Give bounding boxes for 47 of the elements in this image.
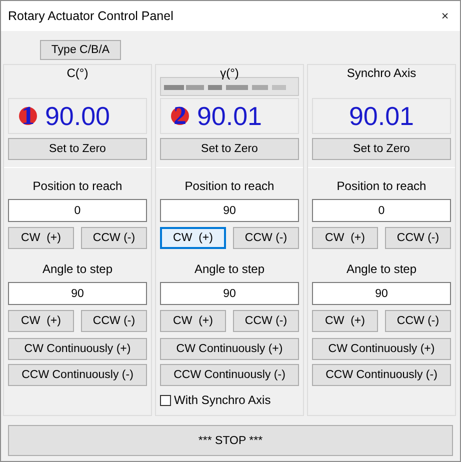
angle-reading: 90.01 xyxy=(348,101,414,131)
continuous-rotate-button[interactable]: CW Continuously (+) xyxy=(160,338,299,360)
continuous-rotate-button[interactable]: CW Continuously (+) xyxy=(8,338,147,360)
close-button[interactable]: × xyxy=(430,9,460,23)
clockwise-button[interactable]: CW (+) xyxy=(160,227,226,249)
set-zero-button[interactable]: Set to Zero xyxy=(312,138,451,160)
clockwise-button[interactable]: CW (+) xyxy=(160,310,226,332)
continuous-rotate-button[interactable]: CCW Continuously (-) xyxy=(160,364,299,386)
axis-header: γ(°) xyxy=(220,66,239,80)
continuous-rotate-button[interactable]: CCW Continuously (-) xyxy=(312,364,451,386)
number-badge: 2 xyxy=(171,107,189,125)
step-angle-field[interactable]: 90 xyxy=(312,282,451,305)
checkbox-label: With Synchro Axis xyxy=(174,393,271,407)
field-label: Angle to step xyxy=(194,262,265,276)
number-badge: 1 xyxy=(19,107,37,125)
position-field[interactable]: 0 xyxy=(8,199,147,222)
position-field[interactable]: 0 xyxy=(312,199,451,222)
step-angle-field[interactable]: 90 xyxy=(8,282,147,305)
axis-header: C(°) xyxy=(66,66,88,80)
window-title: Rotary Actuator Control Panel xyxy=(8,9,174,23)
field-label: Position to reach xyxy=(336,179,426,193)
continuous-rotate-button[interactable]: CW Continuously (+) xyxy=(312,338,451,360)
position-field[interactable]: 90 xyxy=(160,199,299,222)
clockwise-button[interactable]: CW (+) xyxy=(312,227,378,249)
axis-header: Synchro Axis xyxy=(346,66,416,80)
field-label: Angle to step xyxy=(346,262,417,276)
clockwise-button[interactable]: CW (+) xyxy=(8,310,74,332)
set-zero-button[interactable]: Set to Zero xyxy=(160,138,299,160)
counterclockwise-button[interactable]: CCW (-) xyxy=(233,227,299,249)
field-label: Position to reach xyxy=(32,179,122,193)
type-button[interactable]: Type C/B/A xyxy=(40,40,121,60)
checkbox[interactable] xyxy=(160,394,171,406)
continuous-rotate-button[interactable]: CCW Continuously (-) xyxy=(8,364,147,386)
field-label: Position to reach xyxy=(184,179,274,193)
angle-reading: 90.00 xyxy=(44,101,110,131)
angle-reading: 90.01 xyxy=(196,101,262,131)
counterclockwise-button[interactable]: CCW (-) xyxy=(385,227,451,249)
clockwise-button[interactable]: CW (+) xyxy=(312,310,378,332)
counterclockwise-button[interactable]: CCW (-) xyxy=(385,310,451,332)
counterclockwise-button[interactable]: CCW (-) xyxy=(233,310,299,332)
set-zero-button[interactable]: Set to Zero xyxy=(8,138,147,160)
counterclockwise-button[interactable]: CCW (-) xyxy=(81,227,147,249)
clockwise-button[interactable]: CW (+) xyxy=(8,227,74,249)
counterclockwise-button[interactable]: CCW (-) xyxy=(81,310,147,332)
stop-button[interactable]: *** STOP *** xyxy=(8,425,453,456)
step-angle-field[interactable]: 90 xyxy=(160,282,299,305)
field-label: Angle to step xyxy=(42,262,113,276)
